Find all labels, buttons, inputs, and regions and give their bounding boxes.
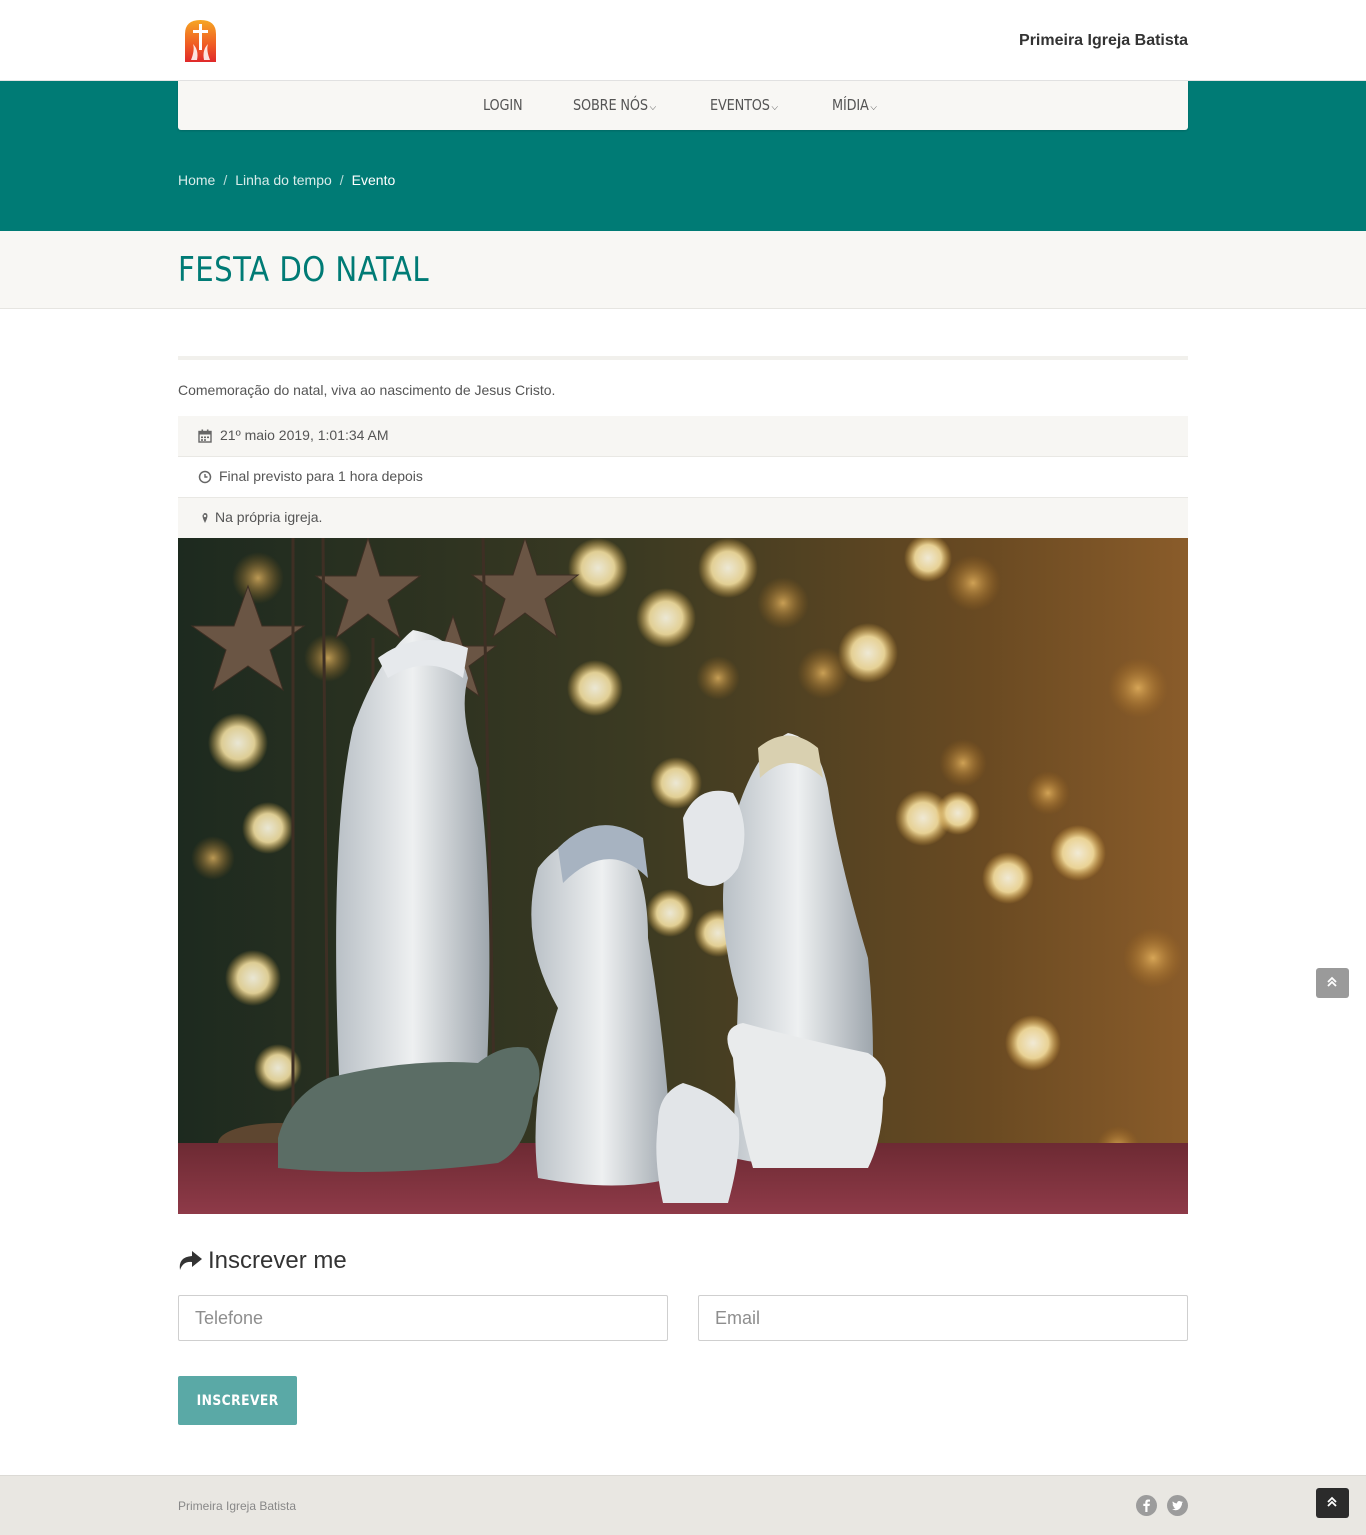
event-duration: Final previsto para 1 hora depois — [219, 468, 423, 484]
double-chevron-up-icon — [1327, 1496, 1337, 1507]
nativity-scene-photo — [178, 538, 1188, 1214]
nav-item-login[interactable]: LOGIN — [483, 96, 523, 114]
event-date-row: 21º maio 2019, 1:01:34 AM — [178, 416, 1188, 457]
breadcrumb-separator: / — [339, 172, 344, 188]
chevron-down-icon: ⌵ — [870, 102, 877, 113]
event-date: 21º maio 2019, 1:01:34 AM — [220, 427, 389, 443]
event-description: Comemoração do natal, viva ao nascimento… — [178, 382, 556, 398]
breadcrumb-home[interactable]: Home — [178, 172, 215, 188]
facebook-icon[interactable] — [1136, 1495, 1157, 1516]
top-header: Primeira Igreja Batista — [0, 0, 1366, 81]
page-title: FESTA DO NATAL — [178, 250, 430, 290]
footer: Primeira Igreja Batista — [0, 1475, 1366, 1535]
event-location: Na própria igreja. — [215, 509, 323, 525]
site-name[interactable]: Primeira Igreja Batista — [1019, 32, 1188, 50]
phone-field[interactable] — [178, 1295, 668, 1341]
twitter-icon[interactable] — [1167, 1495, 1188, 1516]
event-location-row: Na própria igreja. — [178, 498, 1188, 539]
submit-button-label: INSCREVER — [196, 1392, 279, 1409]
main-nav: LOGIN SOBRE NÓS ⌵ EVENTOS ⌵ MÍDIA ⌵ — [178, 81, 1188, 130]
content-divider — [178, 356, 1188, 360]
chevron-down-icon: ⌵ — [649, 102, 657, 113]
double-chevron-up-icon — [1327, 976, 1337, 987]
share-arrow-icon — [179, 1251, 202, 1270]
church-logo-icon[interactable] — [183, 18, 218, 62]
nav-item-midia[interactable]: MÍDIA ⌵ — [832, 96, 877, 114]
nav-item-sobre-nos[interactable]: SOBRE NÓS ⌵ — [573, 96, 656, 114]
submit-signup-button[interactable]: INSCREVER — [178, 1376, 297, 1425]
footer-scroll-to-top-button[interactable] — [1316, 1488, 1349, 1518]
scroll-to-top-button[interactable] — [1316, 968, 1349, 998]
clock-icon — [198, 470, 212, 484]
breadcrumb-current: Evento — [351, 172, 396, 188]
nav-item-label: MÍDIA — [832, 96, 869, 114]
chevron-down-icon: ⌵ — [771, 102, 779, 113]
nav-item-label: LOGIN — [483, 96, 523, 114]
nav-item-label: EVENTOS — [710, 96, 770, 114]
map-marker-icon — [198, 511, 212, 525]
breadcrumb-separator: / — [223, 172, 228, 188]
nav-item-label: SOBRE NÓS — [573, 96, 648, 114]
email-field[interactable] — [698, 1295, 1188, 1341]
breadcrumb-timeline[interactable]: Linha do tempo — [235, 172, 332, 188]
signup-title-text: Inscrever me — [208, 1247, 347, 1274]
event-duration-row: Final previsto para 1 hora depois — [178, 457, 1188, 498]
nav-item-eventos[interactable]: EVENTOS ⌵ — [710, 96, 778, 114]
footer-text: Primeira Igreja Batista — [178, 1499, 297, 1513]
calendar-icon — [198, 429, 212, 443]
breadcrumb: Home / Linha do tempo / Evento — [178, 172, 395, 188]
signup-title: Inscrever me — [178, 1247, 347, 1275]
